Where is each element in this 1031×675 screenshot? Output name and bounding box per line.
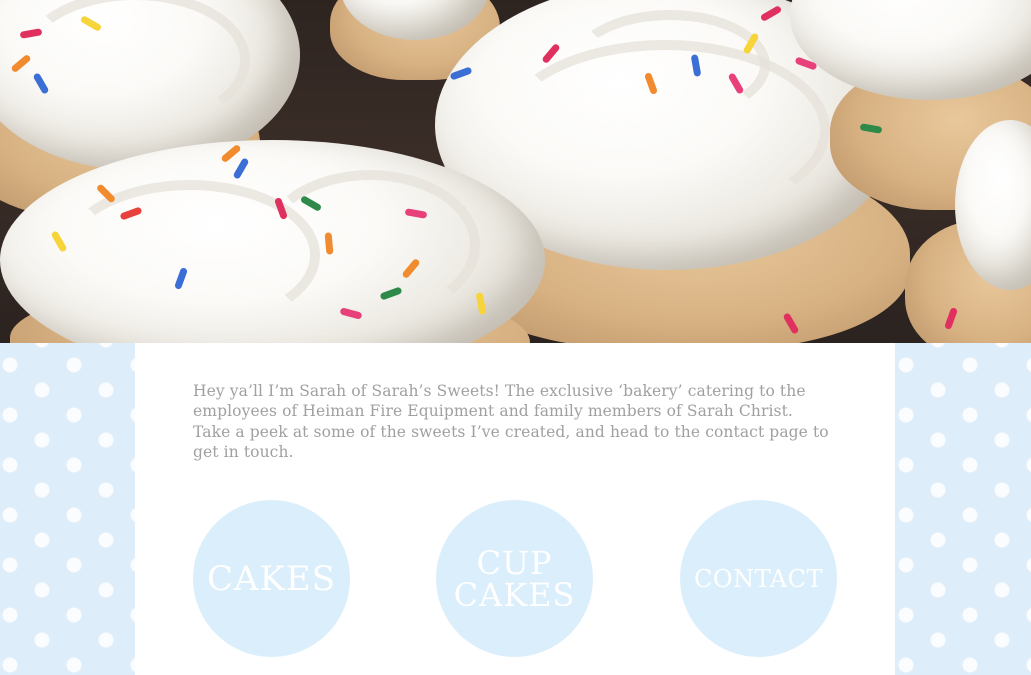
cupcakes-button[interactable]: CUP CAKES <box>436 500 593 657</box>
contact-button[interactable]: CONTACT <box>680 500 837 657</box>
cakes-button[interactable]: CAKES <box>193 500 350 657</box>
frosting-swirl <box>570 10 770 120</box>
intro-paragraph: Hey ya’ll I’m Sarah of Sarah’s Sweets! T… <box>193 382 829 462</box>
main-content: Hey ya’ll I’m Sarah of Sarah’s Sweets! T… <box>135 343 895 675</box>
frosting-swirl <box>260 170 480 320</box>
cakes-label: CAKES <box>206 558 337 599</box>
hero-cupcakes-image <box>0 0 1031 343</box>
cupcakes-label: CUP CAKES <box>453 543 576 614</box>
contact-label: CONTACT <box>694 564 823 593</box>
